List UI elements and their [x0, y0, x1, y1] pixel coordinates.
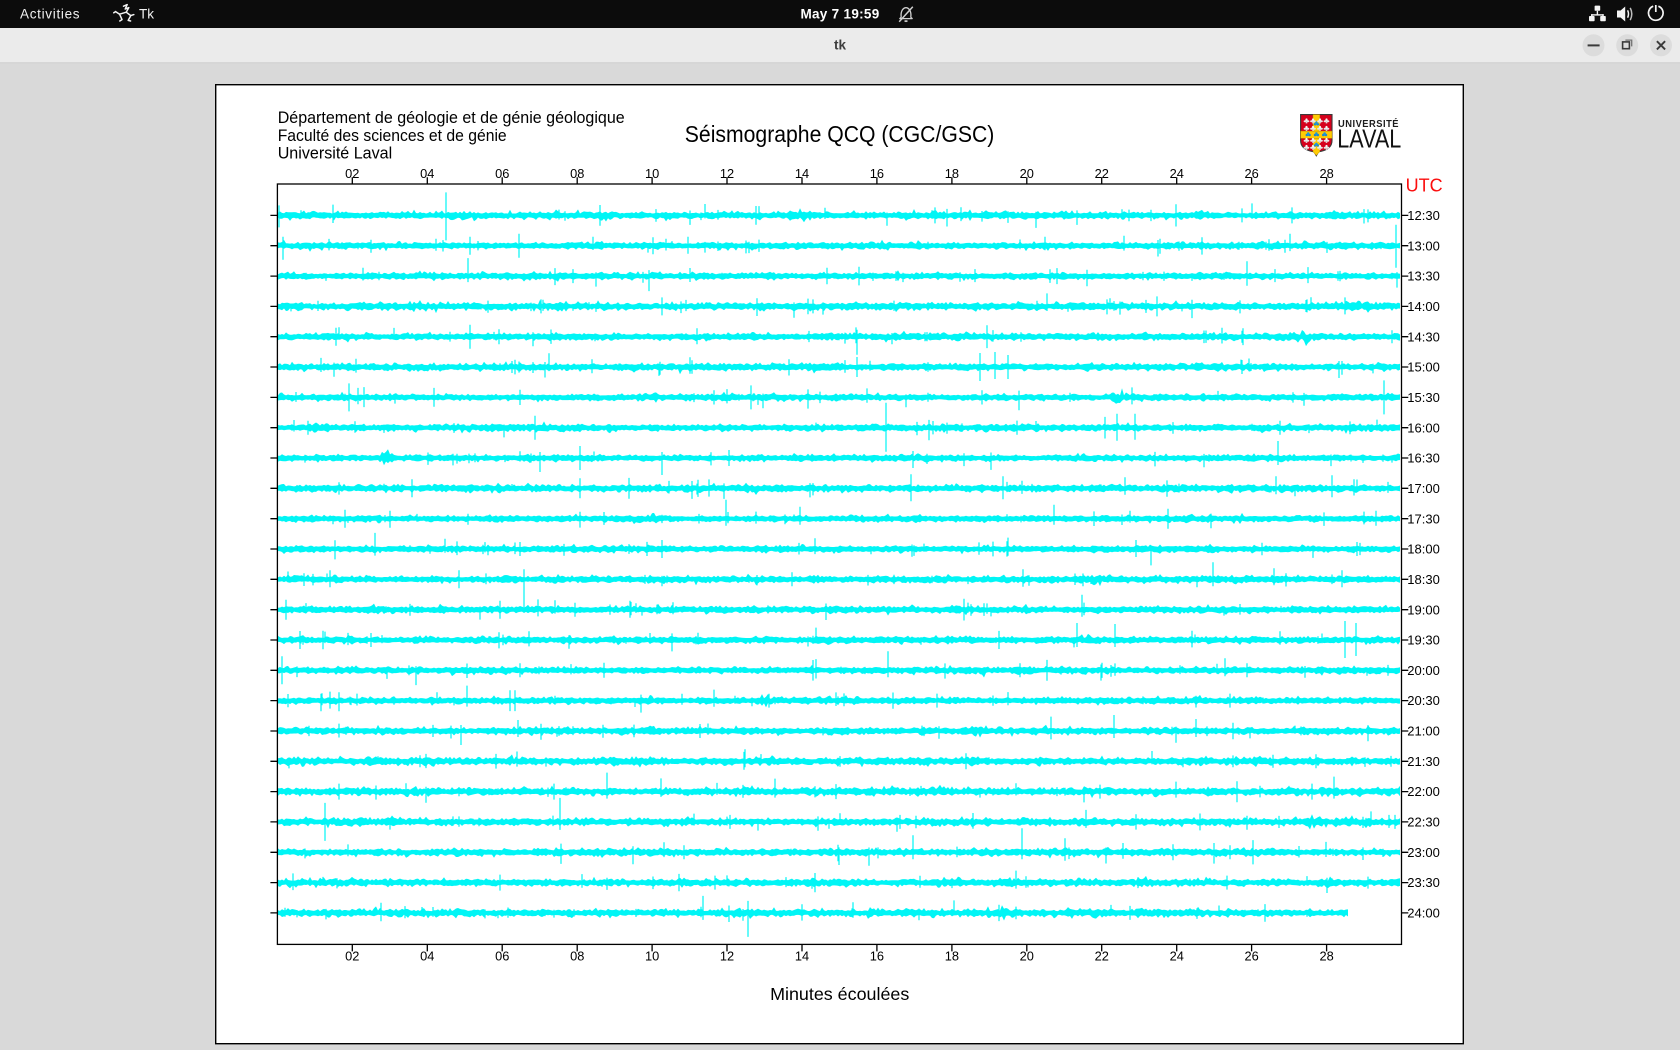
- svg-text:Tk: Tk: [139, 7, 154, 22]
- svg-text:18: 18: [945, 948, 959, 963]
- svg-text:12:30: 12:30: [1407, 208, 1440, 223]
- svg-text:22: 22: [1095, 948, 1109, 963]
- svg-text:UTC: UTC: [1406, 176, 1443, 196]
- svg-text:14: 14: [795, 166, 809, 181]
- svg-text:Département de géologie et de: Département de géologie et de génie géol…: [278, 108, 625, 127]
- svg-text:16: 16: [870, 948, 884, 963]
- svg-text:21:00: 21:00: [1407, 724, 1440, 739]
- svg-text:14: 14: [795, 948, 809, 963]
- svg-text:02: 02: [345, 948, 359, 963]
- svg-text:17:30: 17:30: [1407, 511, 1440, 526]
- svg-text:06: 06: [495, 166, 509, 181]
- svg-text:tk: tk: [834, 38, 846, 53]
- svg-text:24: 24: [1170, 166, 1184, 181]
- svg-text:LAVAL: LAVAL: [1337, 124, 1401, 154]
- svg-text:10: 10: [645, 948, 659, 963]
- svg-text:04: 04: [420, 166, 434, 181]
- svg-text:18:00: 18:00: [1407, 542, 1440, 557]
- svg-text:24:00: 24:00: [1407, 906, 1440, 921]
- svg-text:Faculté des sciences et de gén: Faculté des sciences et de génie: [278, 126, 507, 145]
- svg-text:17:00: 17:00: [1407, 481, 1440, 496]
- svg-text:02: 02: [345, 166, 359, 181]
- svg-text:13:00: 13:00: [1407, 238, 1440, 253]
- svg-text:14:30: 14:30: [1407, 329, 1440, 344]
- svg-text:Minutes écoulées: Minutes écoulées: [770, 984, 910, 1004]
- svg-text:04: 04: [420, 948, 434, 963]
- svg-text:26: 26: [1244, 948, 1258, 963]
- svg-text:23:00: 23:00: [1407, 845, 1440, 860]
- svg-text:12: 12: [720, 166, 734, 181]
- svg-text:08: 08: [570, 166, 584, 181]
- svg-text:15:00: 15:00: [1407, 360, 1440, 375]
- svg-text:26: 26: [1244, 166, 1258, 181]
- svg-text:22:00: 22:00: [1407, 784, 1440, 799]
- svg-text:20:00: 20:00: [1407, 663, 1440, 678]
- svg-text:23:30: 23:30: [1407, 875, 1440, 890]
- svg-text:22: 22: [1095, 166, 1109, 181]
- svg-text:24: 24: [1170, 948, 1184, 963]
- svg-text:22:30: 22:30: [1407, 815, 1440, 830]
- svg-text:Université Laval: Université Laval: [278, 144, 393, 163]
- svg-text:20: 20: [1020, 948, 1034, 963]
- svg-text:18:30: 18:30: [1407, 572, 1440, 587]
- svg-text:15:30: 15:30: [1407, 390, 1440, 405]
- svg-text:20: 20: [1020, 166, 1034, 181]
- svg-text:16:30: 16:30: [1407, 451, 1440, 466]
- svg-text:16:00: 16:00: [1407, 420, 1440, 435]
- svg-text:19:30: 19:30: [1407, 633, 1440, 648]
- svg-text:Séismographe QCQ (CGC/GSC): Séismographe QCQ (CGC/GSC): [685, 121, 995, 147]
- svg-text:May 7 19:59: May 7 19:59: [800, 7, 879, 22]
- svg-text:13:30: 13:30: [1407, 269, 1440, 284]
- svg-text:12: 12: [720, 948, 734, 963]
- svg-text:18: 18: [945, 166, 959, 181]
- svg-text:06: 06: [495, 948, 509, 963]
- svg-text:Activities: Activities: [20, 7, 80, 22]
- svg-text:10: 10: [645, 166, 659, 181]
- svg-text:21:30: 21:30: [1407, 754, 1440, 769]
- svg-text:28: 28: [1319, 948, 1333, 963]
- svg-text:08: 08: [570, 948, 584, 963]
- svg-text:28: 28: [1319, 166, 1333, 181]
- svg-text:20:30: 20:30: [1407, 693, 1440, 708]
- svg-text:19:00: 19:00: [1407, 602, 1440, 617]
- svg-text:14:00: 14:00: [1407, 299, 1440, 314]
- svg-text:16: 16: [870, 166, 884, 181]
